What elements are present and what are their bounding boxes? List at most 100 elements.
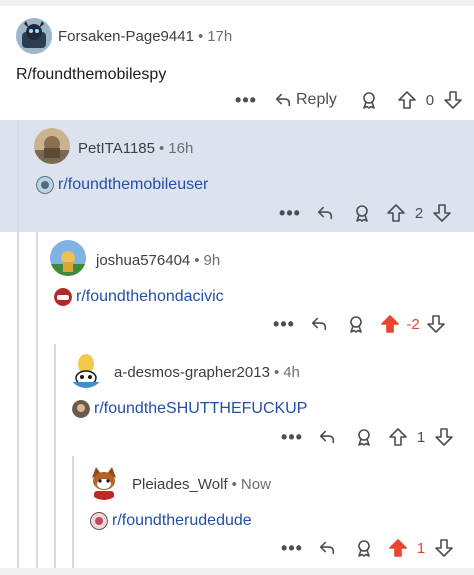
more-options-button[interactable]: •••: [235, 91, 256, 109]
award-icon: [358, 540, 370, 557]
award-icon: [363, 92, 375, 109]
reply-icon: [319, 430, 335, 444]
comment-actions: ••• 1: [281, 427, 454, 447]
downvote-icon: [427, 315, 445, 333]
comment: a-desmos-grapher2013 • 4h r/foundtheSHUTTH…: [0, 344, 474, 456]
reply-button[interactable]: [318, 539, 336, 557]
reply-icon: [275, 93, 291, 107]
vote-score: 1: [416, 428, 426, 446]
subreddit-name[interactable]: r/foundthehondacivic: [76, 288, 224, 306]
comment: joshua576404 • 9h r/foundthehondacivic •••…: [0, 232, 474, 344]
downvote-button[interactable]: [434, 427, 454, 447]
downvote-icon: [444, 91, 462, 109]
comment-meta: joshua576404 • 9h: [96, 252, 220, 269]
downvote-icon: [433, 204, 451, 222]
subreddit-icon: [54, 288, 72, 306]
timestamp: 16h: [168, 140, 194, 157]
reply-icon: [317, 206, 333, 220]
subreddit-name[interactable]: r/foundtherudedude: [112, 512, 252, 530]
meta-separator: •: [197, 28, 204, 45]
more-options-button[interactable]: •••: [281, 539, 302, 557]
upvote-filled-icon: [381, 315, 399, 333]
subreddit-link[interactable]: r/foundtherudedude: [90, 512, 252, 530]
award-icon: [350, 316, 362, 333]
username[interactable]: Pleiades_Wolf: [132, 476, 228, 493]
upvote-button[interactable]: [388, 427, 408, 447]
username[interactable]: Forsaken-Page9441: [58, 28, 194, 45]
award-button[interactable]: [359, 90, 379, 110]
reply-button[interactable]: [318, 428, 336, 446]
comment-meta: Pleiades_Wolf • Now: [132, 476, 271, 493]
comment-meta: Forsaken-Page9441 • 17h: [58, 28, 232, 45]
meta-separator: •: [273, 364, 280, 381]
award-button[interactable]: [346, 314, 366, 334]
downvote-button[interactable]: [426, 314, 446, 334]
upvote-button-active[interactable]: [380, 314, 400, 334]
upvote-button[interactable]: [386, 203, 406, 223]
downvote-button[interactable]: [434, 538, 454, 558]
downvote-icon: [435, 539, 453, 557]
timestamp: Now: [240, 476, 271, 493]
comment-actions: ••• 2: [279, 203, 452, 223]
subreddit-link[interactable]: r/foundthehondacivic: [54, 288, 224, 306]
comment-text: R/foundthemobilespy: [16, 66, 167, 83]
award-button[interactable]: [354, 427, 374, 447]
more-options-button[interactable]: •••: [273, 315, 294, 333]
vote-score: 2: [414, 204, 424, 222]
vote-score: -2: [406, 315, 420, 333]
avatar[interactable]: [50, 240, 86, 276]
comment-highlighted: PetITA1185 • 16h r/foundthemobileuser ••• …: [0, 120, 474, 232]
subreddit-link[interactable]: r/foundthemobileuser: [36, 176, 208, 194]
comment: Pleiades_Wolf • Now r/foundtherudedude •••…: [0, 456, 474, 568]
award-icon: [358, 429, 370, 446]
more-options-button[interactable]: •••: [281, 428, 302, 446]
meta-separator: •: [159, 140, 165, 157]
subreddit-icon: [90, 512, 108, 530]
comment-actions: ••• Reply 0: [235, 90, 463, 110]
reply-button[interactable]: [310, 315, 328, 333]
downvote-icon: [435, 428, 453, 446]
bottom-divider: [0, 568, 474, 575]
subreddit-icon: [72, 400, 90, 418]
award-icon: [356, 205, 368, 222]
upvote-button[interactable]: [397, 90, 417, 110]
timestamp: 9h: [203, 252, 221, 269]
reply-icon: [311, 317, 327, 331]
avatar[interactable]: [34, 128, 70, 164]
downvote-button[interactable]: [432, 203, 452, 223]
username[interactable]: PetITA1185: [78, 140, 155, 157]
subreddit-icon: [36, 176, 54, 194]
username[interactable]: a-desmos-grapher2013: [114, 364, 270, 381]
vote-score: 0: [425, 91, 435, 109]
avatar[interactable]: [86, 464, 122, 500]
comment-meta: PetITA1185 • 16h: [78, 140, 193, 157]
avatar[interactable]: [16, 18, 52, 54]
comment-actions: ••• -2: [273, 314, 446, 334]
reply-label: Reply: [296, 91, 337, 108]
upvote-filled-icon: [389, 539, 407, 557]
upvote-icon: [387, 204, 405, 222]
upvote-icon: [389, 428, 407, 446]
award-button[interactable]: [354, 538, 374, 558]
timestamp: 17h: [207, 28, 233, 45]
subreddit-link[interactable]: r/foundtheSHUTTHEFUCKUP: [72, 400, 307, 418]
vote-score: 1: [416, 539, 426, 557]
reply-button[interactable]: Reply: [274, 91, 337, 109]
award-button[interactable]: [352, 203, 372, 223]
reply-icon: [319, 541, 335, 555]
subreddit-name[interactable]: r/foundthemobileuser: [58, 176, 208, 194]
reply-button[interactable]: [316, 204, 334, 222]
thread-line[interactable]: [17, 120, 19, 232]
more-options-button[interactable]: •••: [279, 204, 300, 222]
meta-separator: •: [194, 252, 200, 269]
comment-actions: ••• 1: [281, 538, 454, 558]
upvote-button-active[interactable]: [388, 538, 408, 558]
subreddit-name[interactable]: r/foundtheSHUTTHEFUCKUP: [94, 400, 307, 418]
meta-separator: •: [231, 476, 237, 493]
comment-meta: a-desmos-grapher2013 • 4h: [114, 364, 300, 381]
upvote-icon: [398, 91, 416, 109]
username[interactable]: joshua576404: [96, 252, 190, 269]
downvote-button[interactable]: [443, 90, 463, 110]
comment: Forsaken-Page9441 • 17h R/foundthemobilesp…: [0, 6, 474, 120]
avatar[interactable]: [68, 352, 104, 388]
